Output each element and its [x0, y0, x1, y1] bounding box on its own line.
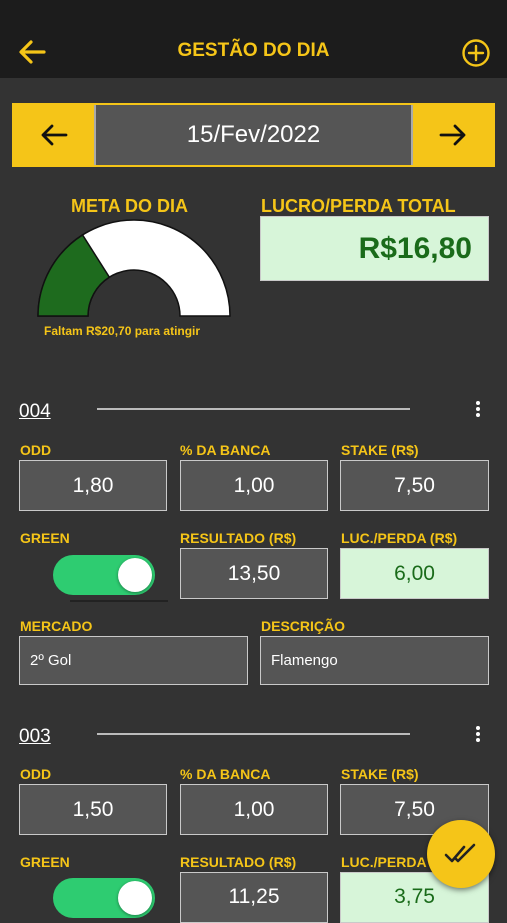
toggle-knob: [118, 558, 152, 592]
odd-label: ODD: [20, 442, 52, 458]
profit-label: LUC./PERDA (R$): [341, 530, 458, 546]
page-title: GESTÃO DO DIA: [177, 40, 330, 61]
confirm-fab-button[interactable]: [427, 820, 495, 888]
add-circle-icon[interactable]: [461, 38, 491, 68]
bank-pct-label: % DA BANCA: [180, 442, 271, 458]
odd-field[interactable]: 1,50: [19, 784, 167, 835]
result-label: RESULTADO (R$): [180, 530, 297, 546]
current-date: 15/Fev/2022: [94, 105, 413, 165]
total-label: LUCRO/PERDA TOTAL: [261, 196, 456, 216]
previous-day-button[interactable]: [14, 105, 94, 165]
green-toggle[interactable]: [53, 555, 155, 595]
arrow-left-icon: [41, 124, 68, 146]
odd-label: ODD: [20, 766, 52, 782]
arrow-right-icon: [439, 124, 466, 146]
result-field[interactable]: 13,50: [180, 548, 328, 599]
entry-divider: [97, 408, 410, 410]
goal-gauge: [37, 219, 231, 317]
entry-id: 004: [19, 401, 51, 422]
date-navigator: 15/Fev/2022: [12, 103, 495, 167]
goal-label: META DO DIA: [71, 196, 188, 216]
entry-divider: [97, 733, 410, 735]
market-label: MERCADO: [20, 618, 93, 634]
market-field[interactable]: 2º Gol: [19, 636, 248, 685]
more-options-icon[interactable]: [472, 399, 484, 419]
bank-pct-field[interactable]: 1,00: [180, 784, 328, 835]
top-bar: GESTÃO DO DIA: [0, 0, 507, 78]
description-label: DESCRIÇÃO: [261, 618, 346, 634]
description-field[interactable]: Flamengo: [260, 636, 489, 685]
total-profit-value: R$16,80: [260, 216, 489, 281]
profit-field: 6,00: [340, 548, 489, 599]
odd-field[interactable]: 1,80: [19, 460, 167, 511]
stake-field[interactable]: 7,50: [340, 460, 489, 511]
green-label: GREEN: [20, 530, 70, 546]
result-field[interactable]: 11,25: [180, 872, 328, 923]
bank-pct-field[interactable]: 1,00: [180, 460, 328, 511]
more-options-icon[interactable]: [472, 724, 484, 744]
next-day-button[interactable]: [413, 105, 493, 165]
goal-remaining-note: Faltam R$20,70 para atingir: [44, 324, 201, 338]
toggle-knob: [118, 881, 152, 915]
green-toggle[interactable]: [53, 878, 155, 918]
stake-label: STAKE (R$): [341, 766, 419, 782]
result-label: RESULTADO (R$): [180, 854, 297, 870]
toggle-underline: [70, 600, 168, 602]
stake-label: STAKE (R$): [341, 442, 419, 458]
entry-id: 003: [19, 726, 51, 747]
bank-pct-label: % DA BANCA: [180, 766, 271, 782]
green-label: GREEN: [20, 854, 70, 870]
double-check-icon: [444, 843, 476, 863]
